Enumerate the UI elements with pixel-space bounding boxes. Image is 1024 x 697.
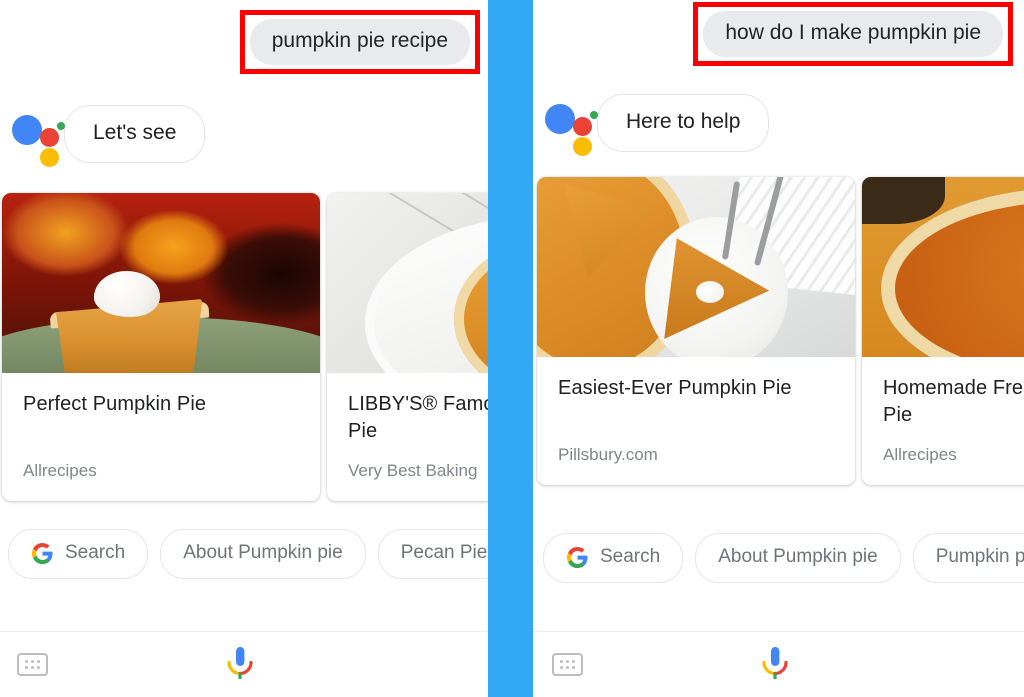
google-mic-icon	[227, 646, 253, 679]
chip-label: Search	[65, 542, 126, 563]
user-query-bubble[interactable]: how do I make pumpkin pie	[703, 11, 1003, 57]
recipe-card-carousel[interactable]: Easiest-Ever Pumpkin Pie Pillsbury.com H…	[537, 177, 1024, 485]
bottom-bar	[533, 631, 1024, 697]
suggestion-chip-search[interactable]: Search	[8, 529, 149, 579]
recipe-image	[537, 177, 855, 357]
query-highlight-box: how do I make pumpkin pie	[693, 2, 1013, 66]
recipe-title: Perfect Pumpkin Pie	[23, 393, 207, 415]
recipe-source: Very Best Baking	[348, 461, 478, 480]
keyboard-button[interactable]	[17, 653, 48, 676]
recipe-source: Pillsbury.com	[558, 445, 658, 464]
assistant-panel-right: how do I make pumpkin pie Here to help E…	[533, 0, 1024, 697]
recipe-title: LIBBY'S® Famous Pumpkin Pie	[348, 393, 488, 442]
suggestion-chip-related[interactable]: Pumpkin pie recipe	[912, 533, 1024, 583]
recipe-card[interactable]: Easiest-Ever Pumpkin Pie Pillsbury.com	[537, 177, 855, 485]
recipe-title: Easiest-Ever Pumpkin Pie	[558, 377, 792, 399]
user-query-row: pumpkin pie recipe	[239, 10, 480, 74]
recipe-card[interactable]: Perfect Pumpkin Pie Allrecipes	[2, 193, 320, 501]
suggestion-chip-row[interactable]: Search About Pumpkin pie Pumpkin pie rec…	[543, 533, 1024, 583]
query-highlight-box: pumpkin pie recipe	[239, 10, 480, 74]
assistant-panel-left: pumpkin pie recipe Let's see Perfect Pum…	[0, 0, 488, 697]
assistant-reply-row: Here to help	[545, 94, 770, 156]
google-g-icon	[31, 542, 53, 564]
keyboard-button[interactable]	[552, 653, 583, 676]
suggestion-chip-row[interactable]: Search About Pumpkin pie Pecan Pie recip…	[8, 529, 488, 579]
mic-button[interactable]	[760, 646, 790, 684]
chip-label: Pumpkin pie recipe	[935, 546, 1024, 567]
recipe-source: Allrecipes	[883, 445, 957, 464]
recipe-image	[327, 193, 488, 373]
recipe-title: Homemade Fresh Pumpkin Pie	[883, 377, 1024, 426]
panel-divider	[488, 0, 533, 697]
bottom-bar	[0, 631, 488, 697]
recipe-card-carousel[interactable]: Perfect Pumpkin Pie Allrecipes LIBBY'S® …	[2, 193, 488, 501]
google-assistant-logo-icon	[545, 97, 598, 156]
assistant-reply-row: Let's see	[12, 105, 206, 167]
recipe-image	[862, 177, 1024, 357]
chip-label: Pecan Pie recipe	[400, 542, 488, 563]
suggestion-chip-about[interactable]: About Pumpkin pie	[695, 533, 901, 583]
comparison-screenshot: pumpkin pie recipe Let's see Perfect Pum…	[0, 0, 1024, 697]
mic-button[interactable]	[225, 646, 255, 684]
assistant-reply-bubble: Here to help	[597, 94, 770, 152]
chip-label: About Pumpkin pie	[718, 546, 878, 567]
recipe-source: Allrecipes	[23, 461, 97, 480]
suggestion-chip-search[interactable]: Search	[543, 533, 684, 583]
keyboard-icon	[17, 653, 48, 676]
user-query-row: how do I make pumpkin pie	[693, 2, 1013, 66]
keyboard-icon	[552, 653, 583, 676]
recipe-image	[2, 193, 320, 373]
google-mic-icon	[762, 646, 788, 679]
recipe-card[interactable]: LIBBY'S® Famous Pumpkin Pie Very Best Ba…	[327, 193, 488, 501]
suggestion-chip-about[interactable]: About Pumpkin pie	[160, 529, 366, 579]
chip-label: Search	[600, 546, 661, 567]
suggestion-chip-related[interactable]: Pecan Pie recipe	[377, 529, 488, 579]
user-query-bubble[interactable]: pumpkin pie recipe	[249, 19, 470, 65]
recipe-card[interactable]: Homemade Fresh Pumpkin Pie Allrecipes	[862, 177, 1024, 485]
chip-label: About Pumpkin pie	[183, 542, 343, 563]
assistant-reply-bubble: Let's see	[64, 105, 206, 163]
google-g-icon	[566, 546, 588, 568]
google-assistant-logo-icon	[12, 108, 65, 167]
